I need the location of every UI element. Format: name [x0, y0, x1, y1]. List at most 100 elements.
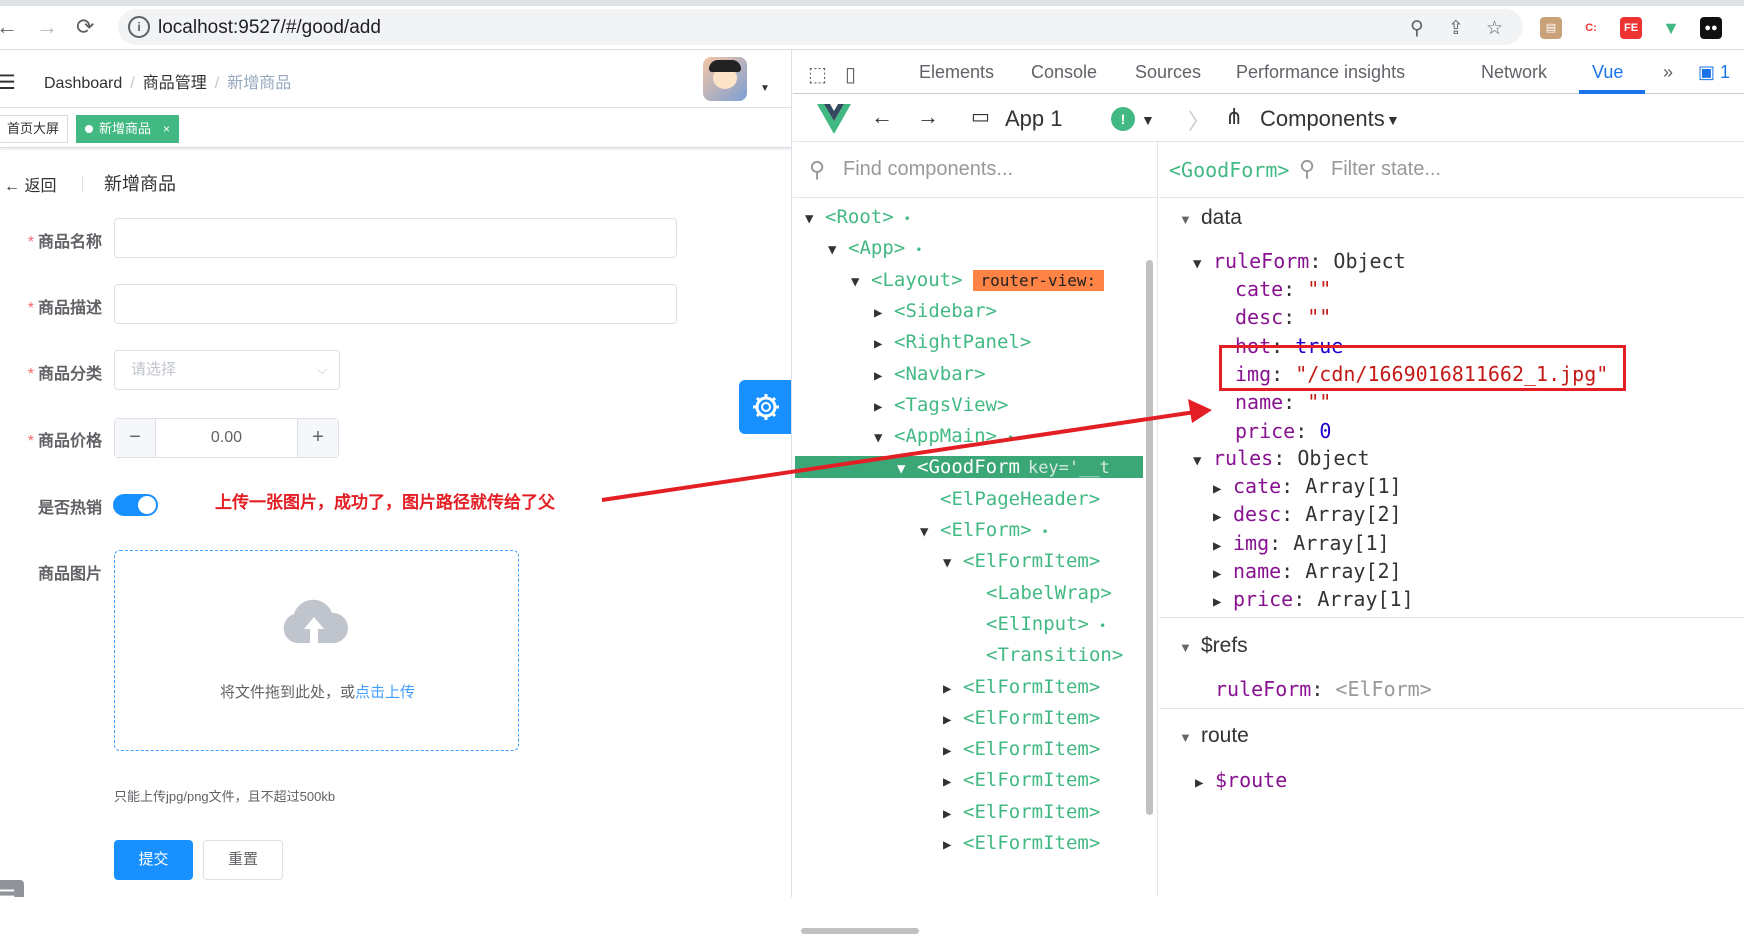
- caret-down-icon[interactable]: ▼: [1386, 112, 1400, 128]
- inspect-icon[interactable]: ⬚: [808, 62, 827, 87]
- bookmark-star-icon[interactable]: ☆: [1486, 17, 1503, 40]
- upload-dropzone[interactable]: 将文件拖到此处，或点击上传: [114, 550, 519, 751]
- hot-toggle[interactable]: [113, 494, 158, 516]
- router-view-badge: router-view:: [972, 269, 1105, 291]
- components-selector[interactable]: Components: [1260, 106, 1385, 132]
- tag-close-icon[interactable]: ×: [163, 122, 170, 136]
- tree-node[interactable]: ▶ <RightPanel>: [874, 331, 1031, 353]
- tab-console[interactable]: Console: [1031, 62, 1097, 83]
- tree-node[interactable]: ▼ <Root> •: [805, 206, 911, 228]
- forward-arrow-icon[interactable]: →: [917, 104, 939, 130]
- tree-node[interactable]: ▼ <App> •: [828, 237, 922, 259]
- more-tabs-icon[interactable]: »: [1663, 62, 1673, 83]
- breadcrumb-goods[interactable]: 商品管理: [143, 75, 207, 92]
- refs-ruleform[interactable]: ruleForm: <ElForm>: [1215, 677, 1432, 701]
- reload-icon[interactable]: ⟳: [76, 14, 94, 40]
- share-icon[interactable]: ⇪: [1448, 17, 1464, 40]
- tree-node[interactable]: <ElInput> •: [966, 613, 1106, 635]
- tree-node[interactable]: <ElPageHeader>: [920, 488, 1100, 510]
- tab-performance-insights[interactable]: Performance insights: [1236, 62, 1405, 83]
- address-bar[interactable]: i localhost:9527/#/good/add ⚲ ⇪ ☆: [118, 9, 1523, 45]
- find-components-input[interactable]: Find components...: [843, 158, 1013, 181]
- zoom-icon[interactable]: ⚲: [1410, 17, 1424, 40]
- filter-state-input[interactable]: Filter state...: [1331, 158, 1441, 181]
- tree-node[interactable]: ▼ <GoodForm key='__t: [795, 456, 1143, 479]
- back-arrow-icon[interactable]: ←: [871, 104, 893, 130]
- upload-cloud-icon: [283, 599, 348, 643]
- hamburger-icon[interactable]: ☰: [0, 70, 16, 95]
- tree-node[interactable]: <Transition>: [966, 644, 1123, 666]
- breadcrumb-dashboard[interactable]: Dashboard: [44, 75, 122, 92]
- tree-node[interactable]: ▼ <ElForm> •: [920, 519, 1049, 541]
- site-info-icon[interactable]: i: [128, 16, 150, 38]
- forward-arrow-icon[interactable]: →: [36, 14, 58, 40]
- rule-item-cate[interactable]: ▶ cate: Array[1]: [1213, 474, 1402, 498]
- tag-add-goods[interactable]: 新增商品 ×: [76, 115, 180, 143]
- find-components[interactable]: ⚲ Find components...: [793, 142, 1158, 198]
- tree-node[interactable]: ▶ <Navbar>: [874, 363, 986, 385]
- name-input[interactable]: [114, 218, 677, 258]
- desc-input[interactable]: [114, 284, 677, 324]
- section-route[interactable]: ▼ route: [1179, 724, 1249, 748]
- tree-scrollbar[interactable]: [1146, 260, 1153, 815]
- route-item[interactable]: ▶ $route: [1195, 768, 1287, 792]
- extension-fe-icon[interactable]: FE: [1620, 17, 1642, 39]
- reset-button[interactable]: 重置: [203, 840, 283, 880]
- tag-dashboard[interactable]: 首页大屏: [0, 115, 69, 143]
- extension-c-icon[interactable]: C:: [1580, 17, 1602, 39]
- rule-item-price[interactable]: ▶ price: Array[1]: [1213, 587, 1414, 611]
- state-field-desc[interactable]: desc: "": [1235, 305, 1331, 329]
- section-refs[interactable]: ▼ $refs: [1179, 634, 1248, 658]
- tree-node[interactable]: ▶ <ElFormItem>: [943, 676, 1100, 698]
- tree-node[interactable]: ▶ <ElFormItem>: [943, 707, 1100, 729]
- state-field-price[interactable]: price: 0: [1235, 419, 1331, 443]
- device-toggle-icon[interactable]: ▯: [845, 62, 856, 87]
- tree-node[interactable]: ▶ <ElFormItem>: [943, 738, 1100, 760]
- app-selector[interactable]: App 1: [1005, 106, 1063, 132]
- tab-elements[interactable]: Elements: [919, 62, 994, 83]
- tab-sources[interactable]: Sources: [1135, 62, 1201, 83]
- increase-button[interactable]: +: [297, 419, 338, 457]
- state-field-cate[interactable]: cate: "": [1235, 277, 1331, 301]
- rule-item-desc[interactable]: ▶ desc: Array[2]: [1213, 502, 1402, 526]
- rule-item-img[interactable]: ▶ img: Array[1]: [1213, 531, 1390, 555]
- settings-button[interactable]: [739, 380, 791, 434]
- caret-down-icon[interactable]: ▼: [760, 83, 770, 94]
- tree-node[interactable]: ▶ <Sidebar>: [874, 300, 997, 322]
- tree-node[interactable]: ▶ <TagsView>: [874, 394, 1008, 416]
- floating-menu-icon[interactable]: ☰: [0, 880, 24, 897]
- extension-book-icon[interactable]: ▤: [1540, 17, 1562, 39]
- tab-vue[interactable]: Vue: [1592, 62, 1623, 83]
- section-data[interactable]: ▼ data: [1179, 206, 1242, 230]
- tree-node[interactable]: ▶ <ElFormItem>: [943, 832, 1100, 854]
- back-arrow-icon[interactable]: ←: [0, 14, 18, 40]
- submit-button[interactable]: 提交: [114, 840, 193, 880]
- back-button[interactable]: ← 返回: [4, 172, 56, 196]
- extension-dark-icon[interactable]: ●●: [1700, 17, 1722, 39]
- state-field-name[interactable]: name: "": [1235, 390, 1331, 414]
- extension-vue-icon[interactable]: ▼: [1660, 17, 1682, 39]
- filter-state[interactable]: <GoodForm> ⚲ Filter state...: [1159, 142, 1744, 198]
- tree-node[interactable]: ▼ <Layout> router-view:: [851, 269, 1105, 291]
- rule-item-name[interactable]: ▶ name: Array[2]: [1213, 559, 1402, 583]
- tree-node[interactable]: <LabelWrap>: [966, 582, 1112, 604]
- tree-horizontal-scrollbar[interactable]: [801, 928, 919, 934]
- gear-icon: [753, 394, 779, 420]
- state-inspector-pane: <GoodForm> ⚲ Filter state... ▼ data ▼ rule…: [1159, 142, 1744, 897]
- tree-node[interactable]: ▼ <AppMain> •: [874, 425, 1014, 447]
- rules-object[interactable]: ▼ rules: Object: [1193, 446, 1370, 470]
- category-label: * 商品分类: [27, 366, 102, 383]
- category-select[interactable]: 请选择 ⌵: [114, 350, 340, 390]
- issues-badge[interactable]: ▣ 1: [1698, 62, 1730, 83]
- caret-down-icon[interactable]: ▼: [1141, 112, 1155, 128]
- price-stepper[interactable]: − 0.00 +: [114, 418, 339, 458]
- tab-network[interactable]: Network: [1481, 62, 1547, 83]
- ruleform-object[interactable]: ▼ ruleForm: Object: [1193, 249, 1406, 273]
- price-value[interactable]: 0.00: [157, 419, 296, 457]
- tree-node[interactable]: ▶ <ElFormItem>: [943, 769, 1100, 791]
- upload-link[interactable]: 点击上传: [355, 684, 415, 701]
- decrease-button[interactable]: −: [115, 419, 156, 457]
- tree-node[interactable]: ▼ <ElFormItem>: [943, 550, 1100, 572]
- avatar[interactable]: [703, 57, 747, 101]
- tree-node[interactable]: ▶ <ElFormItem>: [943, 801, 1100, 823]
